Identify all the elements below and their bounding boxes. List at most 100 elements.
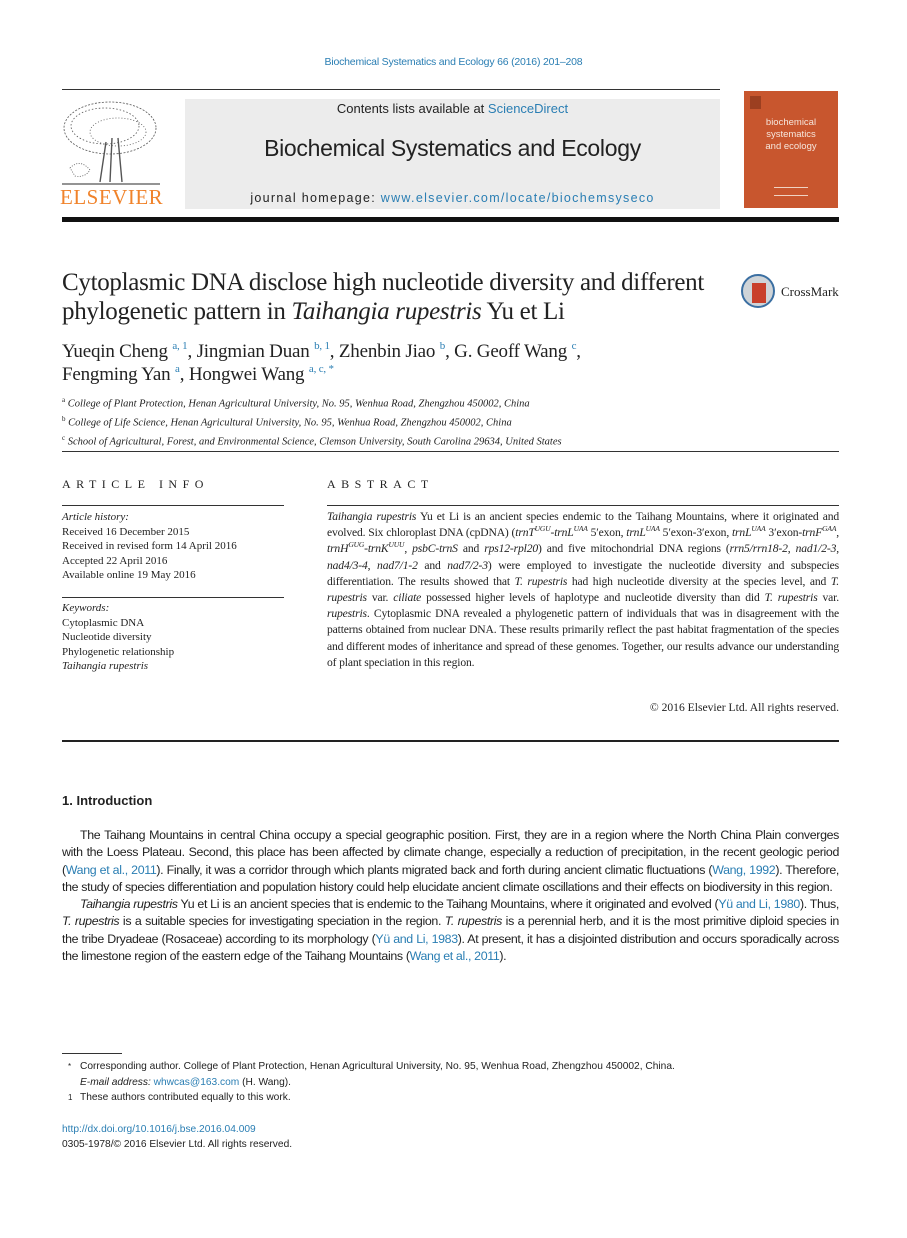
author-name[interactable]: Hongwei Wang — [189, 364, 305, 385]
affiliation-mark: c — [62, 434, 66, 442]
italic-text: rupestris — [327, 607, 367, 621]
history-label: Article history: — [62, 511, 129, 523]
elsevier-wordmark: ELSEVIER — [60, 185, 164, 209]
footnote-mark: 1 — [68, 1093, 73, 1102]
text: ). — [499, 949, 507, 964]
superscript: GAA — [822, 524, 837, 534]
article-info-heading: ARTICLE INFO — [62, 477, 209, 491]
title-text: Yu et Li — [481, 298, 565, 325]
affiliations: a College of Plant Protection, Henan Agr… — [62, 393, 822, 450]
elsevier-tree-icon — [62, 101, 160, 185]
journal-cover[interactable]: biochemical systematics and ecology — [744, 91, 838, 208]
issn-line: 0305-1978/© 2016 Elsevier Ltd. All right… — [62, 1139, 293, 1150]
header-rule — [62, 89, 720, 90]
abstract-heading: ABSTRACT — [327, 477, 434, 491]
author-name[interactable]: Fengming Yan — [62, 364, 171, 385]
author-name[interactable]: Zhenbin Jiao — [339, 341, 435, 362]
italic-text: ciliate — [393, 591, 422, 605]
author-affiliation-marks[interactable]: a — [175, 363, 180, 375]
footnote-rule — [62, 1053, 122, 1054]
author-affiliation-marks[interactable]: b, 1 — [314, 340, 330, 352]
journal-banner: Contents lists available at ScienceDirec… — [185, 99, 720, 209]
text: 5′exon, — [587, 526, 627, 540]
italic-text: nad7/2-3 — [447, 558, 488, 572]
article-history: Article history: Received 16 December 20… — [62, 510, 302, 583]
elsevier-logo[interactable]: ELSEVIER — [60, 98, 164, 210]
cover-title-line: systematics — [766, 129, 816, 140]
abstract-bottom-rule — [62, 740, 839, 742]
footnote-text: These authors contributed equally to thi… — [80, 1092, 291, 1103]
homepage-line: journal homepage: www.elsevier.com/locat… — [185, 191, 720, 205]
italic-text: rps12-rpl20 — [484, 542, 538, 556]
affiliation-text: College of Life Science, Henan Agricultu… — [68, 417, 512, 429]
author-name[interactable]: G. Geoff Wang — [454, 341, 567, 362]
citation-link[interactable]: Wang et al., 2011 — [66, 863, 157, 877]
title-species: Taihangia rupestris — [291, 298, 482, 325]
text: possessed higher levels of haplotype and… — [421, 591, 765, 605]
paragraph: The Taihang Mountains in central China o… — [62, 827, 839, 896]
italic-text: Taihangia rupestris — [80, 897, 178, 912]
keyword: Nucleotide diversity — [62, 631, 152, 643]
superscript: UAA — [645, 524, 660, 534]
cover-title-line: and ecology — [765, 141, 817, 152]
text: Yu et Li is an ancient species that is e… — [177, 897, 719, 912]
affiliation-mark: a — [62, 396, 66, 404]
italic-text: nad1/2-3 — [795, 542, 837, 556]
author-affiliation-marks[interactable]: b — [440, 340, 446, 352]
author-name[interactable]: Yueqin Cheng — [62, 341, 168, 362]
sciencedirect-link[interactable]: ScienceDirect — [488, 101, 568, 116]
footnotes: * Corresponding author. College of Plant … — [62, 1059, 822, 1106]
footnote-text: Corresponding author. College of Plant P… — [80, 1061, 675, 1072]
italic-text: psbC-trnS — [412, 542, 458, 556]
email-link[interactable]: whwcas@163.com — [154, 1077, 240, 1088]
text: had high nucleotide diversity at the spe… — [567, 574, 831, 588]
section-rule — [62, 451, 839, 452]
text: ). Finally, it was a corridor through wh… — [156, 862, 713, 877]
citation-link[interactable]: Wang, 1992 — [712, 863, 775, 877]
author-affiliation-marks[interactable]: a, c, * — [309, 363, 334, 375]
keywords: Keywords: Cytoplasmic DNA Nucleotide div… — [62, 601, 302, 674]
italic-text: T. rupestris — [62, 914, 120, 929]
introduction-body: The Taihang Mountains in central China o… — [62, 827, 839, 965]
keywords-label: Keywords: — [62, 602, 110, 614]
homepage-prefix: journal homepage: — [250, 191, 381, 205]
italic-text: trnT — [515, 526, 535, 540]
affiliation: a College of Plant Protection, Henan Agr… — [62, 393, 822, 412]
italic-text: trnK — [367, 542, 389, 556]
masthead-rule — [62, 217, 839, 222]
cover-title: biochemical systematics and ecology — [744, 117, 838, 153]
italic-text: trnL — [554, 526, 574, 540]
keyword: Taihangia rupestris — [62, 660, 149, 672]
superscript: GUG — [348, 540, 365, 550]
citation-link[interactable]: Yü and Li, 1983 — [375, 932, 458, 946]
author-list: Yueqin Cheng a, 1, Jingmian Duan b, 1, Z… — [62, 340, 581, 386]
corresponding-author-note: * Corresponding author. College of Plant … — [62, 1059, 822, 1075]
author-affiliation-marks[interactable]: a, 1 — [172, 340, 187, 352]
author-affiliation-marks[interactable]: c — [572, 340, 577, 352]
citation-link[interactable]: Wang et al., 2011 — [410, 949, 500, 963]
journal-homepage-link[interactable]: www.elsevier.com/locate/biochemsyseco — [381, 191, 655, 205]
cover-publisher-mark — [774, 187, 808, 196]
author-name[interactable]: Jingmian Duan — [197, 341, 310, 362]
running-head[interactable]: Biochemical Systematics and Ecology 66 (… — [0, 56, 907, 68]
email-suffix: (H. Wang). — [239, 1076, 291, 1088]
email-label: E-mail address: — [80, 1076, 151, 1088]
italic-text: nad4/3-4 — [327, 558, 368, 572]
italic-text: rrn5/rrn18-2 — [729, 542, 788, 556]
history-item: Available online 19 May 2016 — [62, 569, 196, 581]
text: , — [836, 542, 840, 556]
crossmark-button[interactable]: CrossMark — [741, 272, 851, 312]
doi-link[interactable]: http://dx.doi.org/10.1016/j.bse.2016.04.… — [62, 1124, 256, 1135]
superscript: UGU — [534, 524, 551, 534]
citation-link[interactable]: Yü and Li, 1980 — [718, 897, 800, 911]
contents-line: Contents lists available at ScienceDirec… — [185, 101, 720, 116]
cover-logo-icon — [750, 96, 761, 109]
crossmark-ribbon — [752, 283, 766, 303]
keyword: Phylogenetic relationship — [62, 645, 175, 658]
crossmark-icon — [741, 274, 775, 308]
text: , — [404, 542, 413, 556]
crossmark-label: CrossMark — [781, 284, 839, 299]
affiliation-text: School of Agricultural, Forest, and Envi… — [67, 436, 562, 448]
italic-text: T. rupestris — [764, 591, 818, 605]
abstract-text: Taihangia rupestris Yu et Li is an ancie… — [327, 509, 839, 671]
